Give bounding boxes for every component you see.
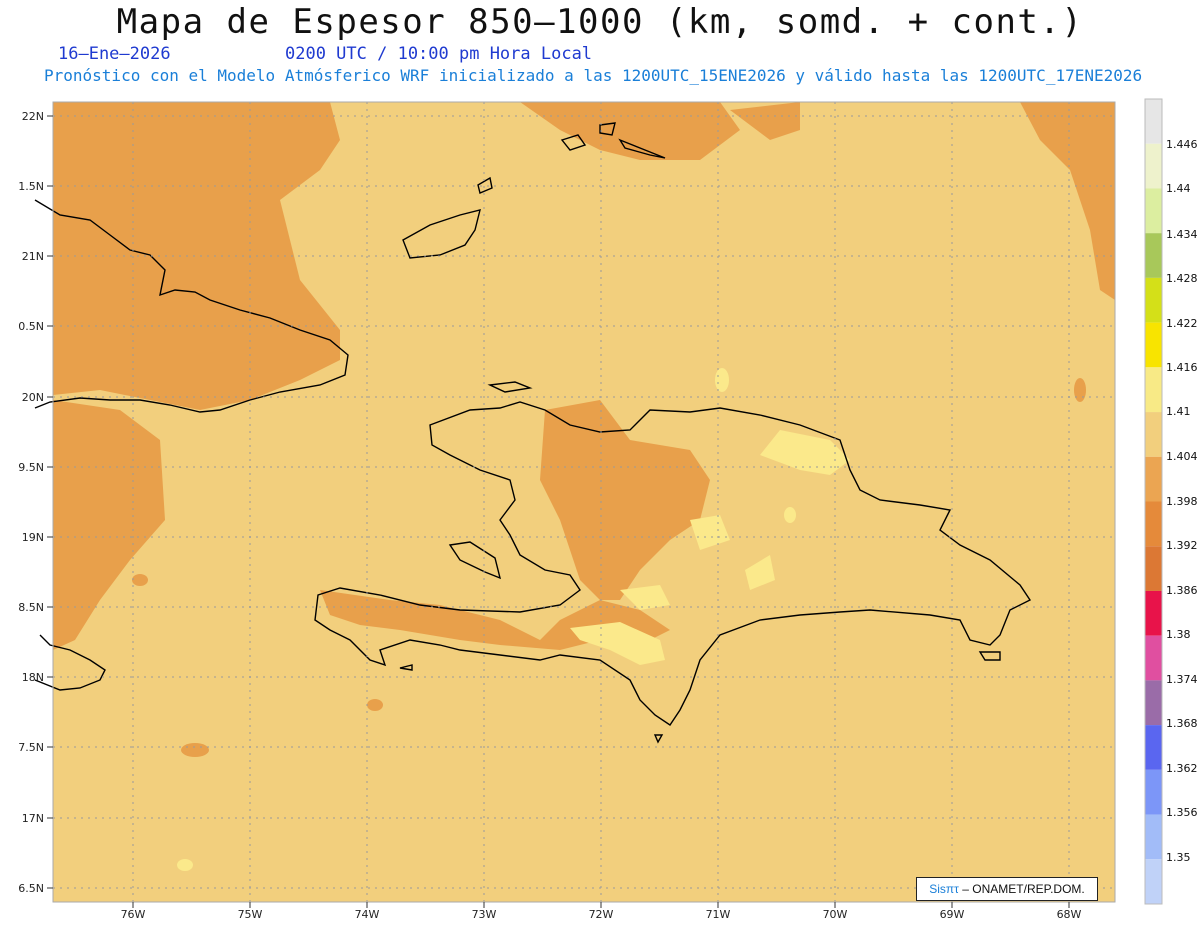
lon-label: 73W	[472, 908, 497, 921]
small-dark-patch	[367, 699, 383, 711]
colorbar-label: 1.392	[1166, 539, 1198, 552]
lat-label: 7.5N	[18, 741, 44, 754]
colorbar-swatch	[1145, 143, 1162, 189]
credit-brand: Sisπτ	[929, 882, 959, 896]
lat-label: 18N	[22, 671, 44, 684]
colorbar-label: 1.38	[1166, 628, 1191, 641]
colorbar-swatch	[1145, 546, 1162, 591]
lat-label: 20N	[22, 391, 44, 404]
colorbar-swatch	[1145, 725, 1162, 770]
colorbar-label: 1.428	[1166, 272, 1198, 285]
colorbar-swatch	[1145, 680, 1162, 726]
lon-label: 75W	[238, 908, 263, 921]
small-dark-patch	[1074, 378, 1086, 402]
colorbar-swatch	[1145, 99, 1162, 144]
lon-label: 71W	[706, 908, 731, 921]
colorbar-label: 1.446	[1166, 138, 1198, 151]
colorbar-label: 1.434	[1166, 228, 1198, 241]
colorbar-labels: 1.446 1.44 1.434 1.428 1.422 1.416 1.41 …	[1166, 138, 1198, 864]
colorbar-swatch	[1145, 367, 1162, 413]
thickness-map: 22N 1.5N 21N 0.5N 20N 9.5N 19N 8.5N 18N …	[18, 98, 1198, 921]
lat-label: 21N	[22, 250, 44, 263]
colorbar-label: 1.41	[1166, 405, 1191, 418]
colorbar-swatch	[1145, 277, 1162, 323]
colorbar-swatch	[1145, 456, 1162, 502]
colorbar-label: 1.368	[1166, 717, 1198, 730]
light-region	[177, 859, 193, 871]
colorbar-label: 1.386	[1166, 584, 1198, 597]
colorbar-label: 1.404	[1166, 450, 1198, 463]
lon-label: 76W	[121, 908, 146, 921]
lon-label: 69W	[940, 908, 965, 921]
colorbar-swatch	[1145, 412, 1162, 457]
credit-text: – ONAMET/REP.DOM.	[962, 882, 1085, 896]
lat-label: 8.5N	[18, 601, 44, 614]
credit-box: Sisπτ – ONAMET/REP.DOM.	[916, 877, 1098, 901]
latitude-labels: 22N 1.5N 21N 0.5N 20N 9.5N 19N 8.5N 18N …	[18, 110, 44, 895]
lat-label: 6.5N	[18, 882, 44, 895]
colorbar-swatch	[1145, 635, 1162, 681]
lat-label: 1.5N	[18, 180, 44, 193]
colorbar-label: 1.356	[1166, 806, 1198, 819]
colorbar-swatch	[1145, 814, 1162, 860]
colorbar-swatch	[1145, 590, 1162, 636]
colorbar-swatch	[1145, 859, 1162, 904]
small-dark-patch	[181, 743, 209, 757]
colorbar-label: 1.416	[1166, 361, 1198, 374]
colorbar-label: 1.422	[1166, 317, 1198, 330]
lat-label: 9.5N	[18, 461, 44, 474]
lon-label: 68W	[1057, 908, 1082, 921]
lat-label: 19N	[22, 531, 44, 544]
small-dark-patch	[132, 574, 148, 586]
colorbar-label: 1.44	[1166, 182, 1191, 195]
light-region	[715, 368, 729, 392]
colorbar-swatch	[1145, 188, 1162, 234]
colorbar-swatch	[1145, 501, 1162, 547]
longitude-labels: 76W 75W 74W 73W 72W 71W 70W 69W 68W	[121, 908, 1082, 921]
lon-label: 74W	[355, 908, 380, 921]
colorbar-swatch	[1145, 769, 1162, 815]
colorbar-swatch	[1145, 322, 1162, 368]
colorbar-label: 1.398	[1166, 495, 1198, 508]
lat-label: 22N	[22, 110, 44, 123]
colorbar-label: 1.362	[1166, 762, 1198, 775]
lon-label: 70W	[823, 908, 848, 921]
colorbar-swatch	[1145, 233, 1162, 278]
lat-label: 17N	[22, 812, 44, 825]
light-region	[784, 507, 796, 523]
colorbar	[1144, 98, 1163, 905]
lon-label: 72W	[589, 908, 614, 921]
colorbar-label: 1.374	[1166, 673, 1198, 686]
colorbar-label: 1.35	[1166, 851, 1191, 864]
lat-label: 0.5N	[18, 320, 44, 333]
